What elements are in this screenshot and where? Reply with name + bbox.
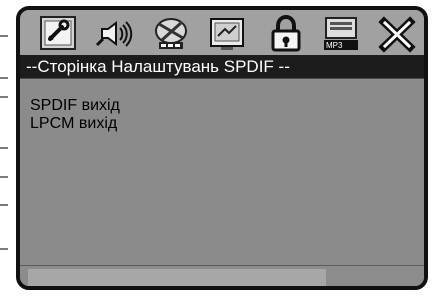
page-title: --Сторінка Налаштувань SPDIF -- (26, 57, 290, 76)
edge-mark (0, 204, 8, 206)
setup-osd-window: MP3 --Сторінка Налаштувань SPDIF -- SPDI… (16, 6, 428, 290)
edge-mark (0, 96, 8, 98)
status-bar (20, 265, 424, 286)
general-setup-icon[interactable] (38, 14, 78, 54)
page-edge-marks (0, 0, 12, 297)
edge-mark (0, 35, 8, 37)
exit-icon[interactable] (377, 14, 417, 54)
password-lock-icon[interactable] (266, 14, 306, 54)
svg-text:MP3: MP3 (326, 41, 343, 50)
edge-mark (0, 147, 8, 149)
spdif-output-option[interactable]: SPDIF вихід (30, 97, 120, 115)
edge-mark (0, 248, 8, 250)
video-setup-icon[interactable] (207, 14, 247, 54)
mp3-setup-icon[interactable]: MP3 (321, 14, 361, 54)
setup-toolbar: MP3 (20, 10, 424, 57)
edge-mark (0, 176, 8, 178)
spdif-setup-title-bar: --Сторінка Налаштувань SPDIF -- (20, 55, 424, 78)
audio-setup-icon[interactable] (95, 14, 135, 54)
edge-mark (0, 77, 8, 79)
dolby-setup-icon[interactable] (151, 14, 191, 54)
status-bar-fill (28, 269, 326, 286)
lpcm-output-option[interactable]: LPCM вихід (30, 115, 117, 133)
screen: MP3 --Сторінка Налаштувань SPDIF -- SPDI… (0, 0, 439, 297)
settings-list: SPDIF вихід LPCM вихід (20, 78, 424, 265)
